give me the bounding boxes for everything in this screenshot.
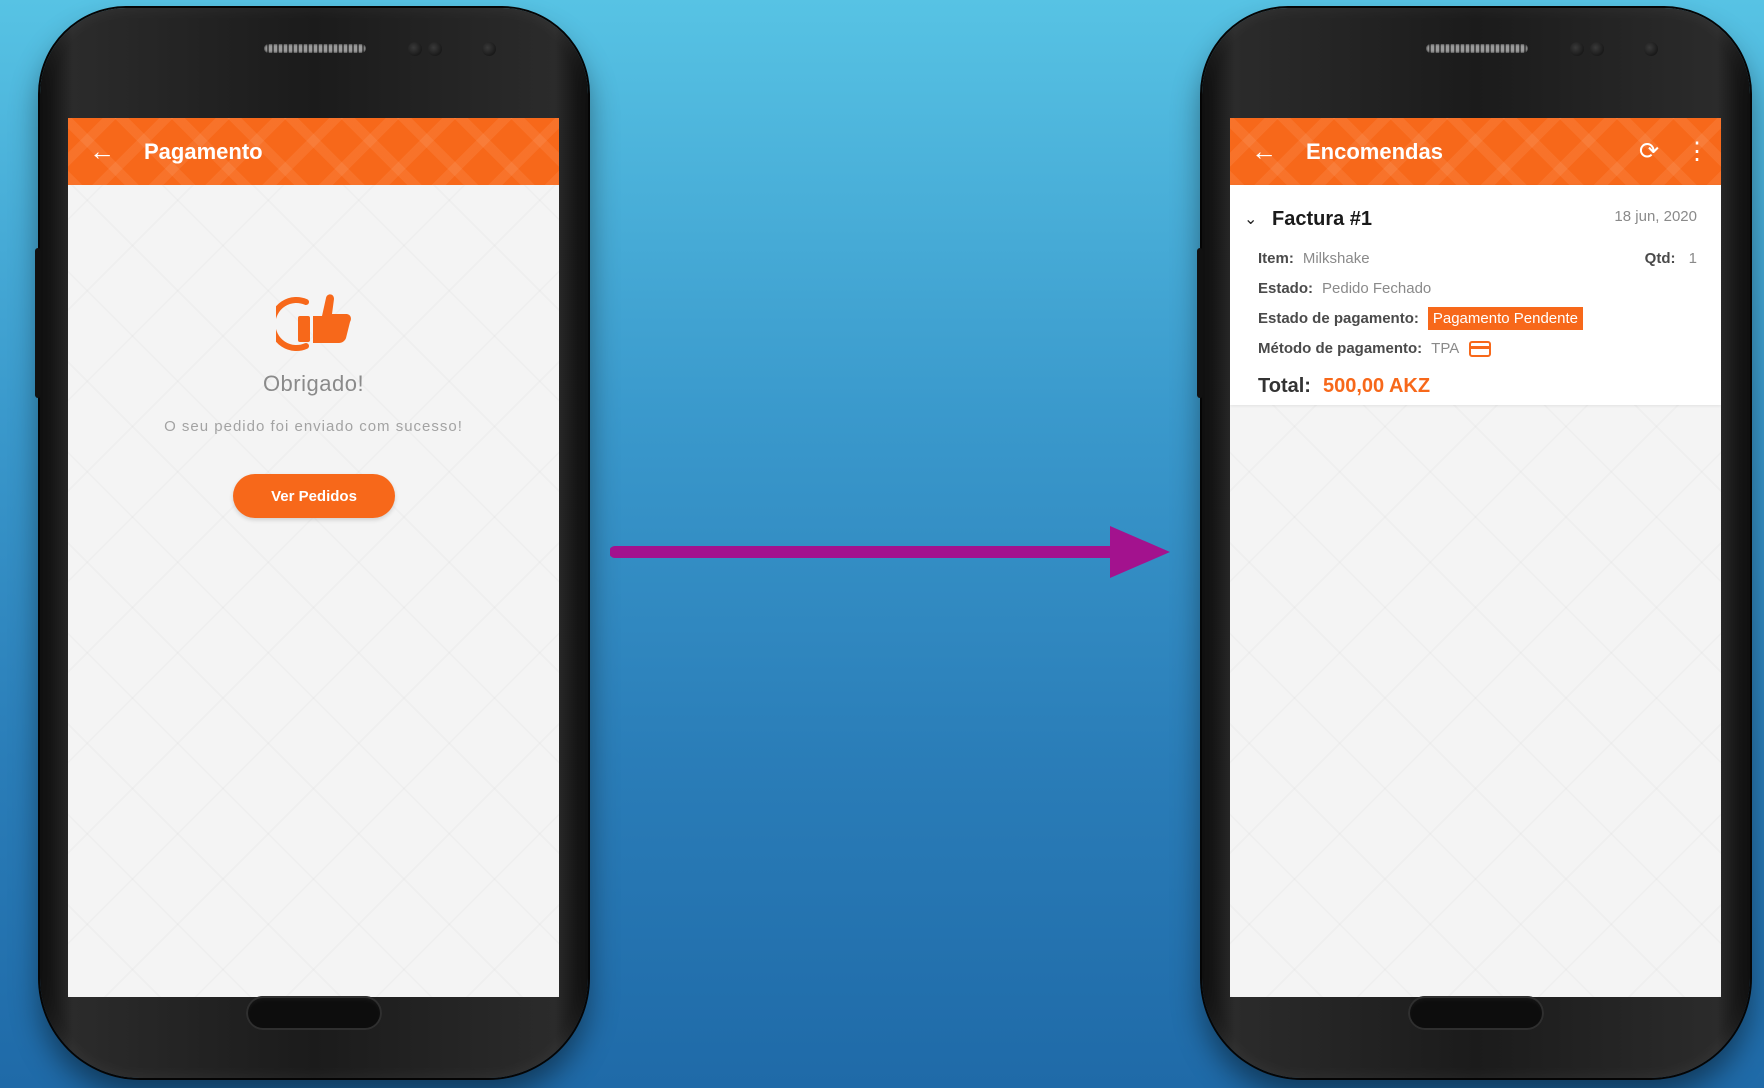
success-message: O seu pedido foi enviado com sucesso!: [164, 418, 463, 435]
total-row: Total: 500,00 AKZ: [1258, 375, 1430, 398]
phone-sensor: [1570, 42, 1584, 56]
phone-camera: [482, 42, 496, 56]
qty-row: Qtd: 1: [1645, 250, 1697, 267]
app-bar: ← Encomendas ⟳ ⋮: [1230, 118, 1721, 185]
item-row: Item: Milkshake: [1258, 250, 1370, 267]
payment-status-badge: Pagamento Pendente: [1427, 307, 1583, 330]
payment-screen: ← Pagamento Obrigado! O seu pedido foi e…: [68, 118, 559, 997]
app-bar: ← Pagamento: [68, 118, 559, 185]
phone-side-button: [35, 248, 41, 398]
status-row: Estado: Pedido Fechado: [1258, 280, 1431, 297]
phone-side-button: [1197, 248, 1203, 398]
phone-sensor: [1590, 42, 1604, 56]
status-label: Estado:: [1258, 280, 1314, 297]
status-value: Pedido Fechado: [1322, 280, 1432, 297]
back-arrow-icon[interactable]: ←: [1230, 118, 1298, 185]
payment-method-value: TPA: [1431, 340, 1460, 357]
credit-card-icon: [1469, 340, 1492, 357]
thanks-heading: Obrigado!: [262, 371, 365, 396]
phone-home-button: [1408, 996, 1544, 1030]
phone-speaker: [1426, 44, 1528, 53]
invoice-card[interactable]: ⌄ Factura #1 18 jun, 2020 Item: Milkshak…: [1230, 185, 1721, 405]
payment-method-label: Método de pagamento:: [1258, 340, 1423, 357]
item-label: Item:: [1258, 250, 1294, 267]
qty-label: Qtd:: [1644, 250, 1676, 267]
total-label: Total:: [1258, 375, 1311, 397]
orders-screen: ← Encomendas ⟳ ⋮ ⌄ Factura #1 18 jun, 20…: [1230, 118, 1721, 997]
back-arrow-icon[interactable]: ←: [68, 118, 136, 185]
payment-method-row: Método de pagamento: TPA: [1258, 340, 1492, 357]
phone-camera: [1644, 42, 1658, 56]
qty-value: 1: [1688, 250, 1697, 267]
phone-sensor: [428, 42, 442, 56]
total-amount: 500,00 AKZ: [1322, 375, 1431, 397]
refresh-icon[interactable]: ⟳: [1625, 118, 1673, 185]
phone-home-button: [246, 996, 382, 1030]
phone-left: ← Pagamento Obrigado! O seu pedido foi e…: [35, 8, 588, 1078]
item-value: Milkshake: [1302, 250, 1370, 267]
invoice-header[interactable]: ⌄ Factura #1 18 jun, 2020: [1244, 203, 1697, 235]
invoice-title: Factura #1: [1272, 207, 1373, 230]
payment-status-label: Estado de pagamento:: [1258, 310, 1419, 327]
thumbs-up-icon: [276, 294, 351, 351]
phone-right: ← Encomendas ⟳ ⋮ ⌄ Factura #1 18 jun, 20…: [1197, 8, 1750, 1078]
more-vertical-icon[interactable]: ⋮: [1673, 118, 1721, 185]
payment-status-row: Estado de pagamento: Pagamento Pendente: [1258, 307, 1583, 330]
page-title: Pagamento: [144, 138, 263, 164]
invoice-date: 18 jun, 2020: [1614, 207, 1697, 225]
view-orders-button[interactable]: Ver Pedidos: [233, 474, 395, 518]
transition-arrow: [610, 526, 1170, 578]
phone-speaker: [264, 44, 366, 53]
page-title: Encomendas: [1306, 138, 1443, 164]
phone-sensor: [408, 42, 422, 56]
chevron-down-icon[interactable]: ⌄: [1244, 209, 1264, 229]
